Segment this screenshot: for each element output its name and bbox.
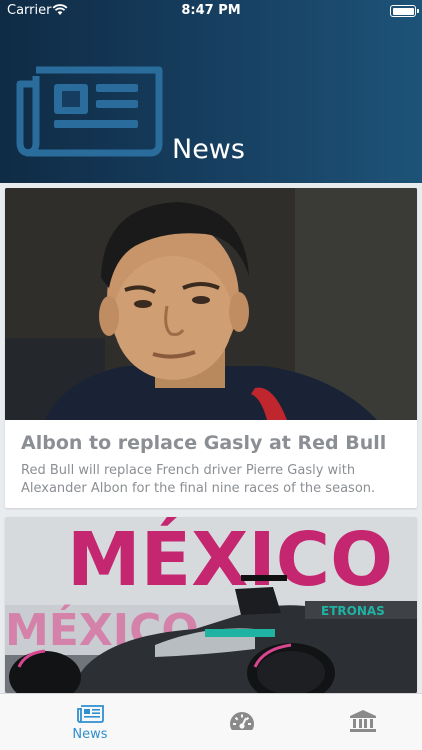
tab-bank[interactable] (292, 694, 422, 750)
tab-dashboard[interactable] (172, 694, 312, 750)
page-title: News (172, 134, 245, 165)
article-card[interactable]: MÉXICO MÉXICO ETRONAS (5, 517, 417, 693)
mexico-race-car-photo: MÉXICO MÉXICO ETRONAS (5, 517, 417, 693)
svg-text:ETRONAS: ETRONAS (321, 604, 385, 618)
driver-portrait-photo (5, 188, 417, 420)
article-card[interactable]: Albon to replace Gasly at Red Bull Red B… (5, 188, 417, 508)
article-title[interactable]: Albon to replace Gasly at Red Bull (21, 430, 401, 456)
speedometer-icon (230, 712, 254, 730)
mexico-banner-text: MÉXICO (67, 517, 393, 603)
status-bar: Carrier 8:47 PM (0, 0, 422, 22)
tab-news-label: News (72, 727, 108, 742)
status-time: 8:47 PM (181, 3, 241, 18)
article-summary: Red Bull will replace French driver Pier… (21, 463, 376, 496)
news-header: Carrier 8:47 PM News (0, 0, 422, 183)
tab-bar: News (0, 693, 422, 750)
bank-icon (350, 710, 376, 732)
article-body: Albon to replace Gasly at Red Bull Red B… (5, 420, 417, 498)
battery-icon (390, 5, 419, 17)
newspaper-icon (77, 705, 104, 723)
tab-news[interactable]: News (20, 694, 160, 750)
newspaper-icon (16, 66, 163, 157)
